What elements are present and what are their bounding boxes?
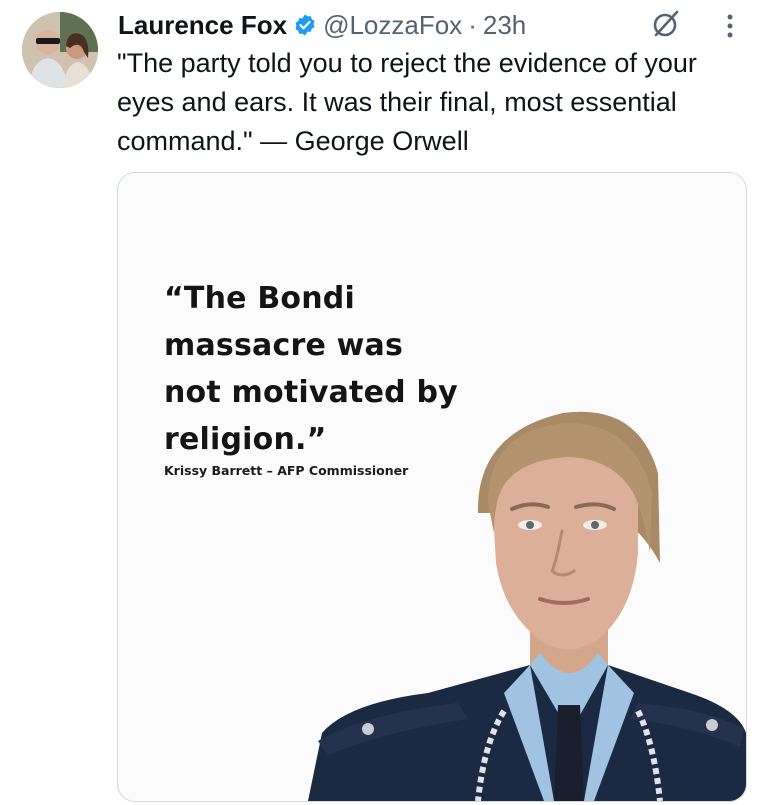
author-display-name[interactable]: Laurence Fox (118, 10, 287, 41)
author-handle[interactable]: @LozzaFox (323, 10, 462, 41)
verified-badge-icon[interactable] (293, 13, 317, 37)
author-avatar[interactable] (22, 12, 98, 88)
header-separator: · (468, 9, 477, 40)
tweet-timestamp[interactable]: 23h (483, 10, 526, 41)
grok-icon[interactable] (648, 6, 684, 42)
avatar-image (22, 12, 98, 88)
more-vertical-icon[interactable] (716, 8, 744, 44)
commissioner-portrait (308, 411, 746, 801)
tweet-header: Laurence Fox @LozzaFox · 23h (118, 6, 526, 44)
tweet-media-image[interactable]: “The Bondi massacre was not motivated by… (117, 172, 747, 802)
tweet-text: "The party told you to reject the eviden… (117, 48, 697, 156)
tweet[interactable]: Laurence Fox @LozzaFox · 23h "The party … (0, 0, 768, 805)
